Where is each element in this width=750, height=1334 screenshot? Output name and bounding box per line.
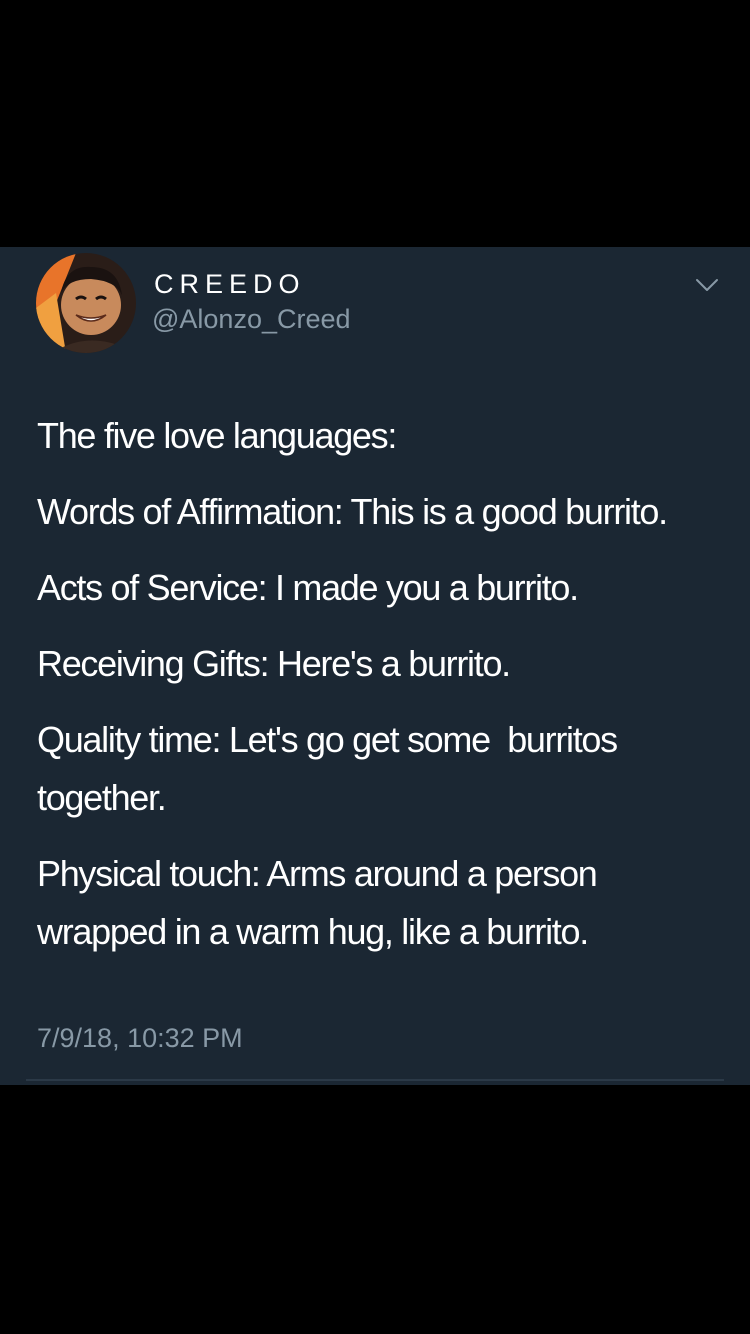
display-name[interactable]: CREEDO (154, 269, 306, 300)
tweet-text: The five love languages: Words of Affirm… (37, 407, 717, 961)
tweet-timestamp[interactable]: 7/9/18, 10:32 PM (37, 1023, 243, 1054)
avatar[interactable] (36, 253, 136, 353)
tweet-line-receiving-gifts: Receiving Gifts: Here's a burrito. (37, 643, 511, 684)
tweet-line-physical-touch: Physical touch: Arms around a person wra… (37, 853, 598, 952)
tweet-line-acts-of-service: Acts of Service: I made you a burrito. (37, 567, 579, 608)
chevron-down-icon[interactable] (695, 275, 719, 295)
tweet-line-intro: The five love languages: (37, 415, 397, 456)
tweet-line-words-of-affirmation: Words of Affirmation: This is a good bur… (37, 491, 668, 532)
tweet-card: CREEDO @Alonzo_Creed The five love langu… (0, 247, 750, 1085)
avatar-photo-icon (36, 253, 136, 353)
user-handle[interactable]: @Alonzo_Creed (152, 304, 351, 335)
divider (26, 1079, 724, 1081)
tweet-line-quality-time: Quality time: Let's go get some burritos… (37, 719, 626, 818)
